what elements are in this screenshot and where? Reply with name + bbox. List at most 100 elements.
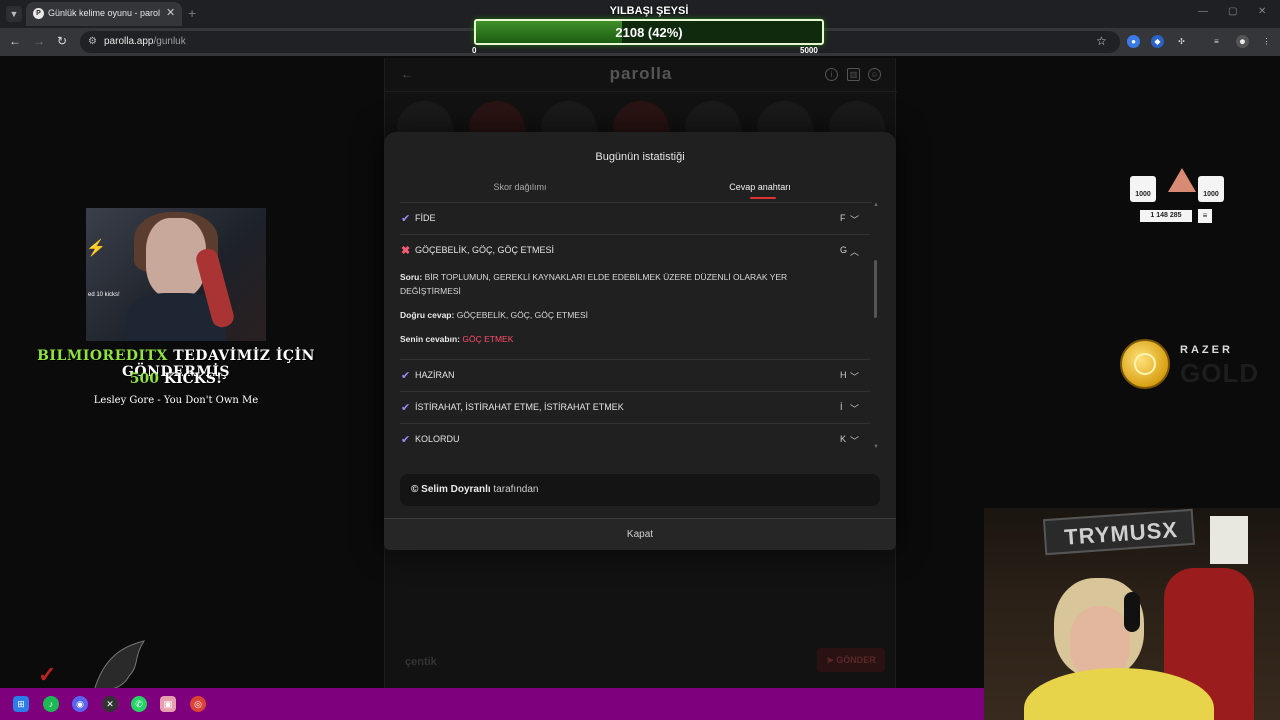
answer-list: ✔ FİDE F ﹀ ✖ GÖÇEBELİK, GÖÇ, GÖÇ ETMESİ … bbox=[400, 203, 872, 453]
menu-kebab-icon[interactable]: ⋮ bbox=[1260, 35, 1273, 48]
answer-word: HAZİRAN bbox=[415, 370, 455, 380]
scroll-up-icon[interactable]: ▲ bbox=[873, 202, 879, 208]
mascot-counter: 1 148 285 bbox=[1140, 210, 1192, 222]
alert-song: Lesley Gore - You Don't Own Me bbox=[93, 395, 259, 406]
webcam-caption: ed 10 kicks! bbox=[88, 292, 120, 298]
goal-progress-bar: 2108 (42%) bbox=[474, 19, 824, 45]
extensions-puzzle-icon[interactable]: ✣ bbox=[1175, 35, 1188, 48]
send-icon: ➤ bbox=[826, 655, 837, 665]
red-logo-icon: ✓ bbox=[38, 662, 57, 687]
guess-input[interactable]: çentik bbox=[405, 656, 437, 668]
answer-letter: K bbox=[840, 434, 847, 444]
left-webcam: ed 10 kicks! bbox=[86, 208, 266, 341]
tab-search-icon[interactable]: ▼ bbox=[6, 6, 22, 22]
alert-user: BILMIOREDITX bbox=[37, 348, 168, 364]
check-icon: ✔ bbox=[401, 370, 411, 382]
close-label: Kapat bbox=[626, 529, 654, 540]
chevron-up-icon[interactable]: ︿ bbox=[850, 245, 859, 258]
photos-icon[interactable]: ▣ bbox=[160, 696, 176, 712]
credit-name[interactable]: Selim Doyranlı bbox=[421, 484, 490, 495]
url-text: parolla.app/gunluk bbox=[104, 36, 186, 47]
bookmark-star-icon[interactable]: ☆ bbox=[1096, 34, 1107, 48]
your-answer-text: GÖÇ ETMEK bbox=[462, 334, 514, 344]
your-answer-detail: Senin cevabın: GÖÇ ETMEK bbox=[400, 332, 820, 346]
spotify-icon[interactable]: ♪ bbox=[43, 696, 59, 712]
profile-icon[interactable]: ☺ bbox=[868, 68, 881, 81]
minimize-icon[interactable]: — bbox=[1198, 6, 1208, 17]
forward-icon[interactable]: → bbox=[33, 34, 45, 48]
answer-letter: F bbox=[840, 213, 846, 223]
tab-answer-key[interactable]: Cevap anahtarı bbox=[640, 182, 880, 192]
info-icon[interactable]: i bbox=[825, 68, 838, 81]
tab-title: Günlük kelime oyunu - parolla bbox=[48, 8, 160, 18]
check-icon: ✔ bbox=[401, 434, 411, 446]
url-host: parolla.app bbox=[104, 36, 154, 47]
reload-icon[interactable]: ↻ bbox=[57, 34, 67, 48]
reading-list-icon[interactable]: ≡ bbox=[1210, 35, 1223, 48]
modal-title: Bugünün istatistiği bbox=[595, 151, 685, 163]
answer-word: KOLORDU bbox=[415, 434, 460, 444]
mascot-widget: 1000 1000 1 148 285 ≡ bbox=[1130, 168, 1230, 228]
lightning-icon: ⚡ bbox=[86, 240, 106, 257]
chevron-down-icon[interactable]: ﹀ bbox=[850, 402, 859, 415]
answer-letter: H bbox=[840, 370, 847, 380]
scrollbar-thumb[interactable] bbox=[874, 260, 877, 318]
profile-avatar-icon[interactable]: ☻ bbox=[1236, 35, 1249, 48]
mascot-right-badge: 1000 bbox=[1198, 176, 1224, 202]
answer-row-f[interactable]: ✔ FİDE F ﹀ bbox=[400, 203, 870, 235]
site-info-icon[interactable]: ⚙ bbox=[88, 36, 97, 47]
close-window-icon[interactable]: ✕ bbox=[1258, 6, 1266, 17]
razer-brand: RAZER bbox=[1180, 344, 1233, 356]
new-tab-icon[interactable]: + bbox=[188, 5, 196, 21]
answer-row-h[interactable]: ✔ HAZİRAN H ﹀ bbox=[400, 360, 870, 392]
credit-box: © Selim Doyranlı tarafından bbox=[400, 474, 880, 506]
maximize-icon[interactable]: ▢ bbox=[1228, 6, 1237, 17]
webcam-banner: TRYMUSX bbox=[1042, 508, 1196, 556]
back-icon[interactable]: ← bbox=[9, 34, 21, 48]
copyright-icon: © bbox=[411, 484, 419, 495]
extension-shield-icon[interactable]: ◆ bbox=[1151, 35, 1164, 48]
whatsapp-icon[interactable]: ✆ bbox=[131, 696, 147, 712]
close-button[interactable]: Kapat bbox=[384, 518, 896, 550]
send-label: GÖNDER bbox=[836, 655, 876, 665]
chevron-down-icon[interactable]: ﹀ bbox=[850, 434, 859, 447]
chrome-icon[interactable]: ◎ bbox=[190, 696, 206, 712]
tab-score-distribution[interactable]: Skor dağılımı bbox=[400, 182, 640, 192]
windows-taskbar: ⊞ ♪ ◉ ✕ ✆ ▣ ◎ bbox=[0, 688, 984, 720]
credit-suffix: tarafından bbox=[493, 484, 539, 495]
goal-min: 0 bbox=[472, 46, 477, 55]
wall-poster bbox=[1210, 516, 1248, 564]
answer-letter: G bbox=[840, 245, 848, 255]
scroll-down-icon[interactable]: ▼ bbox=[873, 444, 879, 450]
tab-close-icon[interactable]: ✕ bbox=[166, 6, 175, 19]
headset-icon bbox=[1124, 592, 1140, 632]
mascot-left-badge: 1000 bbox=[1130, 176, 1156, 202]
check-icon: ✔ bbox=[401, 213, 411, 225]
send-button[interactable]: ➤ GÖNDER bbox=[817, 648, 885, 672]
stats-modal: Bugünün istatistiği Skor dağılımı Cevap … bbox=[384, 132, 896, 550]
browser-tab[interactable]: P Günlük kelime oyunu - parolla ✕ bbox=[26, 2, 182, 26]
app-header: ← parolla i ▥ ☺ bbox=[385, 58, 897, 92]
answer-row-g[interactable]: ✖ GÖÇEBELİK, GÖÇ, GÖÇ ETMESİ G ︿ Soru: B… bbox=[400, 235, 870, 360]
answer-word: FİDE bbox=[415, 213, 436, 223]
webcam-banner-text: TRYMUSX bbox=[1063, 516, 1179, 550]
chevron-down-icon[interactable]: ﹀ bbox=[850, 370, 859, 383]
razer-coin-ring bbox=[1134, 353, 1156, 375]
check-icon: ✔ bbox=[401, 402, 411, 414]
app-logo: parolla bbox=[609, 64, 673, 83]
alert-unit: KICKS! bbox=[163, 371, 223, 387]
answer-row-k[interactable]: ✔ KOLORDU K ﹀ bbox=[400, 424, 870, 453]
answer-row-i[interactable]: ✔ İSTİRAHAT, İSTİRAHAT ETME, İSTİRAHAT E… bbox=[400, 392, 870, 424]
razer-gold-text: GOLD bbox=[1180, 358, 1260, 388]
cross-icon: ✖ bbox=[401, 245, 411, 257]
answer-letter: İ bbox=[840, 402, 843, 412]
xbox-icon[interactable]: ✕ bbox=[102, 696, 118, 712]
extension-blue-icon[interactable]: ● bbox=[1127, 35, 1140, 48]
discord-icon[interactable]: ◉ bbox=[72, 696, 88, 712]
windows-start-icon[interactable]: ⊞ bbox=[13, 696, 29, 712]
chevron-down-icon[interactable]: ﹀ bbox=[850, 213, 859, 226]
alert-amount: 500 bbox=[129, 371, 160, 387]
stats-icon[interactable]: ▥ bbox=[847, 68, 860, 81]
dragon-logo-icon bbox=[93, 640, 146, 692]
question-detail: Soru: BİR TOPLUMUN, GEREKLİ KAYNAKLARI E… bbox=[400, 270, 820, 298]
